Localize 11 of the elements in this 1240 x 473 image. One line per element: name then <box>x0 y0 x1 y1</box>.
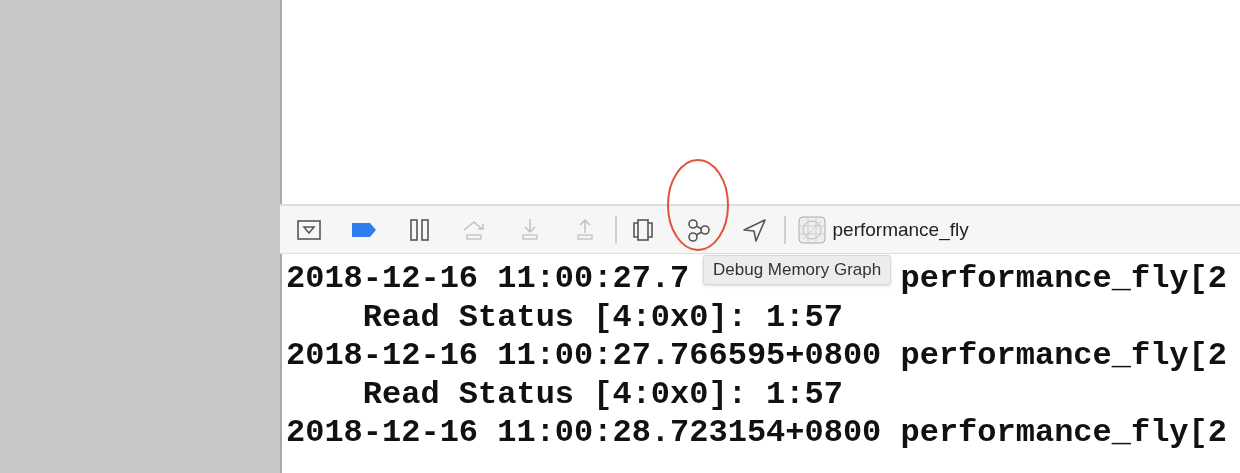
log-line: Read Status [4:0x0]: 1:57 <box>361 375 843 414</box>
graph-icon <box>685 216 712 243</box>
log-line: performance_fly[2 <box>900 260 1227 299</box>
log-line: 2018-12-16 11:00:27.7 <box>286 260 690 299</box>
app-icon <box>797 215 826 244</box>
log-line: 2018-12-16 11:00:28.723154+0800 performance_fly[2 <box>286 414 1227 453</box>
tooltip: Debug Memory Graph <box>703 255 892 285</box>
location-arrow-icon <box>740 216 768 243</box>
log-line: 2018-12-16 11:00:27.766595+0800 performance_fly[2 <box>286 337 1227 376</box>
scheme-label[interactable]: performance_fly <box>832 218 969 241</box>
log-line: Read Status [4:0x0]: 1:57 <box>361 298 843 337</box>
